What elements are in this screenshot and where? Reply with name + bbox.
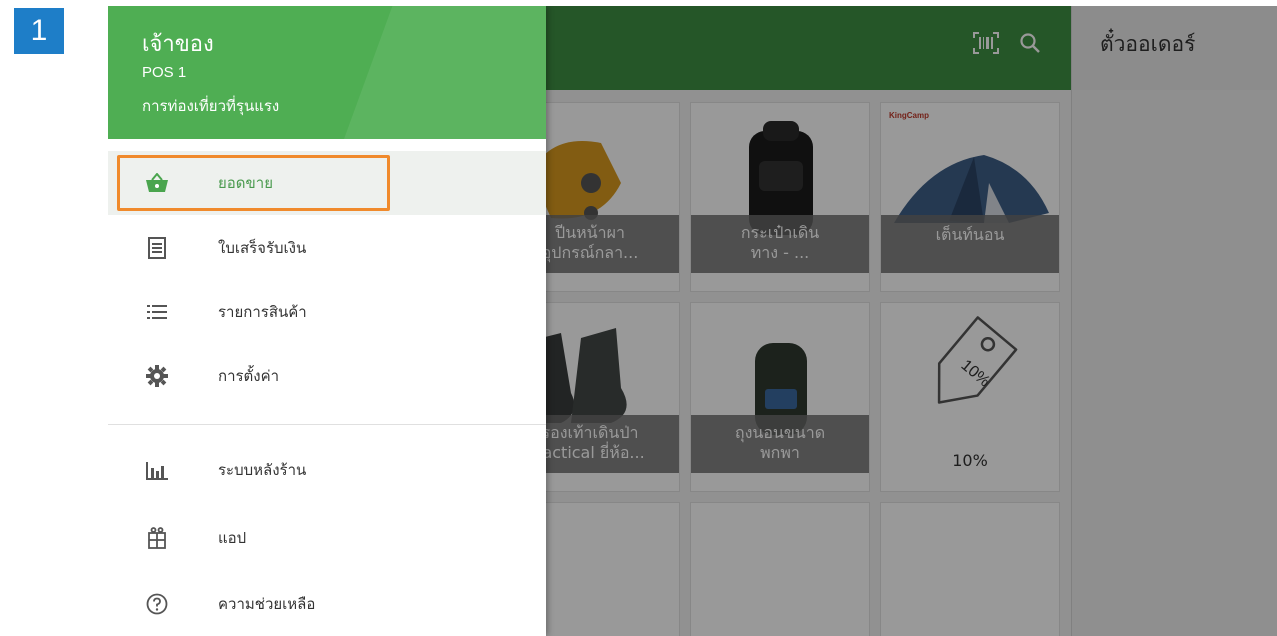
menu-item-apps[interactable]: แอป xyxy=(108,506,546,570)
navigation-drawer: เจ้าของ POS 1 การท่องเที่ยวที่รุนแรง ยอด… xyxy=(108,6,546,636)
apps-icon xyxy=(144,526,170,550)
menu-item-label: แอป xyxy=(218,529,247,547)
menu-item-label: รายการสินค้า xyxy=(218,303,307,321)
menu-item-settings[interactable]: การตั้งค่า xyxy=(108,344,546,408)
menu-item-label: ใบเสร็จรับเงิน xyxy=(218,239,307,257)
pos-app-window: ตั๋วออเดอร์ ปีนหน้าผา อุปกรณ์กลา... กระเ… xyxy=(108,6,1277,636)
help-icon xyxy=(144,592,170,616)
menu-item-label: การตั้งค่า xyxy=(218,367,280,385)
owner-name: เจ้าของ xyxy=(142,32,214,57)
drawer-header: เจ้าของ POS 1 การท่องเที่ยวที่รุนแรง xyxy=(108,6,546,139)
list-icon xyxy=(144,300,170,324)
menu-item-label: ความช่วยเหลือ xyxy=(218,595,316,613)
bar-chart-icon xyxy=(144,458,170,482)
menu-divider xyxy=(108,424,546,425)
menu-item-label: ยอดขาย xyxy=(218,174,274,192)
gear-icon xyxy=(144,364,170,388)
menu-item-label: ระบบหลังร้าน xyxy=(218,461,307,479)
menu-item-sales[interactable]: ยอดขาย xyxy=(108,151,546,215)
menu-item-receipts[interactable]: ใบเสร็จรับเงิน xyxy=(108,216,546,280)
basket-icon xyxy=(144,171,170,195)
pos-name: POS 1 xyxy=(142,64,187,81)
step-number-badge: 1 xyxy=(14,8,64,54)
receipt-icon xyxy=(144,236,170,260)
store-name: การท่องเที่ยวที่รุนแรง xyxy=(142,97,280,115)
menu-item-help[interactable]: ความช่วยเหลือ xyxy=(108,572,546,636)
menu-item-items[interactable]: รายการสินค้า xyxy=(108,280,546,344)
menu-item-back-office[interactable]: ระบบหลังร้าน xyxy=(108,438,546,502)
